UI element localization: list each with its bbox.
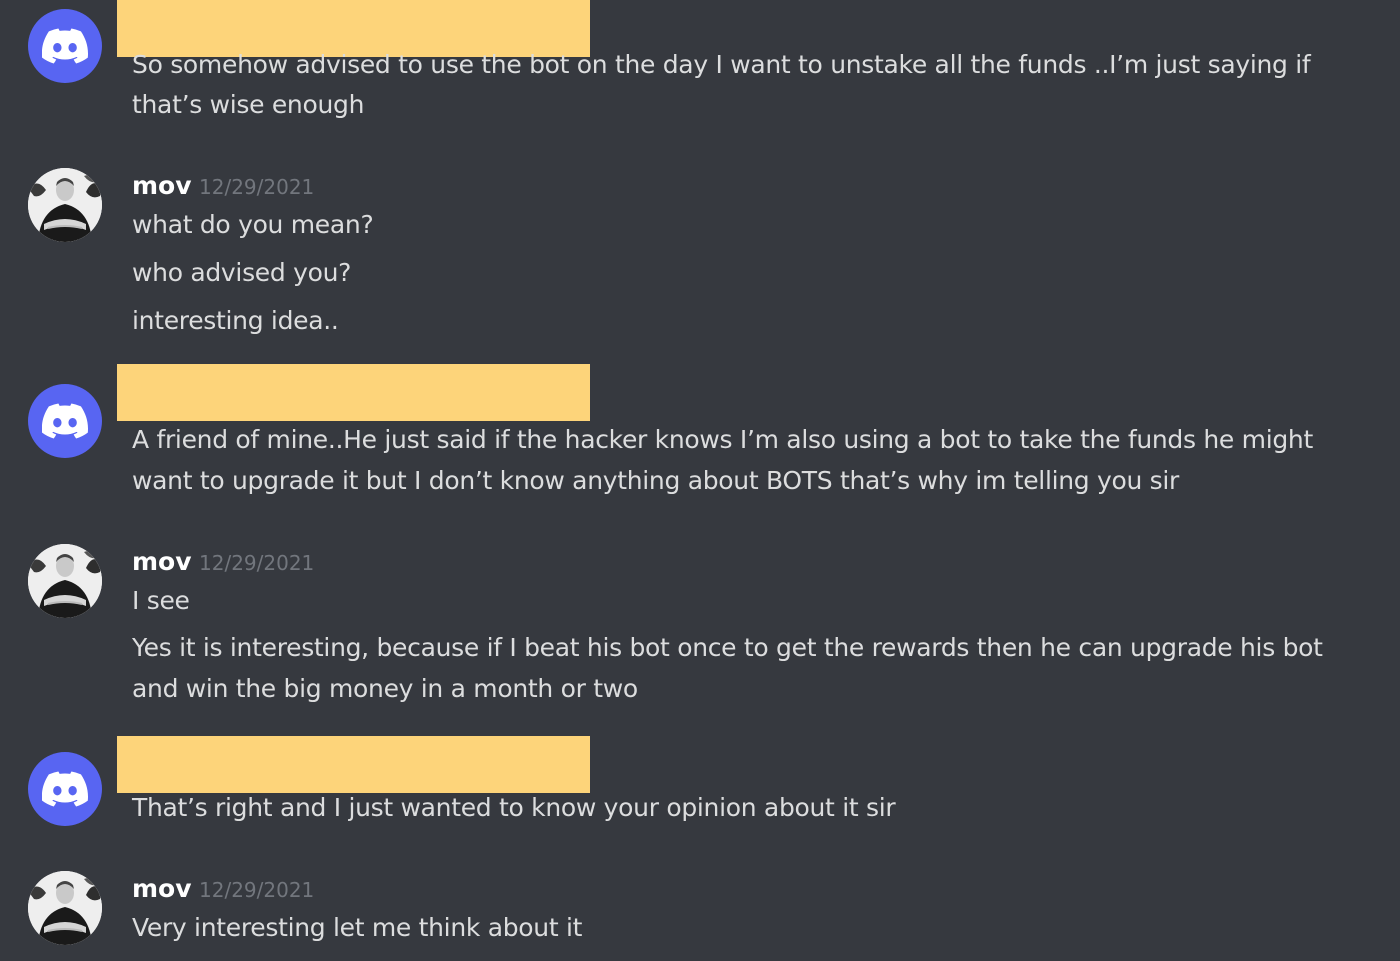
user-avatar[interactable] <box>28 544 102 618</box>
discord-logo-icon <box>42 403 88 439</box>
message-timestamp: 12/29/2021 <box>199 551 315 575</box>
discord-avatar[interactable] <box>28 9 102 83</box>
message-text: I see <box>132 586 190 615</box>
message-text: and win the big money in a month or two <box>132 674 638 703</box>
message-text: what do you mean? <box>132 210 374 239</box>
discord-logo-icon <box>42 28 88 64</box>
message-text: Yes it is interesting, because if I beat… <box>132 633 1323 662</box>
author-name[interactable]: mov <box>132 546 192 578</box>
author-name[interactable]: mov <box>132 170 192 202</box>
message-text: A friend of mine..He just said if the ha… <box>132 425 1313 454</box>
message-text: That’s right and I just wanted to know y… <box>132 793 896 822</box>
discord-logo-icon <box>42 771 88 807</box>
message-timestamp: 12/29/2021 <box>199 878 315 902</box>
message-text: who advised you? <box>132 258 352 287</box>
author-name[interactable]: mov <box>132 873 192 905</box>
user-photo-icon <box>28 168 102 242</box>
discord-avatar[interactable] <box>28 384 102 458</box>
user-photo-icon <box>28 544 102 618</box>
redacted-username <box>117 736 590 793</box>
discord-avatar[interactable] <box>28 752 102 826</box>
message-timestamp: 12/29/2021 <box>199 175 315 199</box>
redacted-username <box>117 364 590 421</box>
message-text: So somehow advised to use the bot on the… <box>132 50 1311 79</box>
message-text: interesting idea.. <box>132 306 339 335</box>
user-avatar[interactable] <box>28 871 102 945</box>
user-avatar[interactable] <box>28 168 102 242</box>
message-text: Very interesting let me think about it <box>132 913 583 942</box>
message-text: that’s wise enough <box>132 90 365 119</box>
user-photo-icon <box>28 871 102 945</box>
message-text: want to upgrade it but I don’t know anyt… <box>132 466 1180 495</box>
